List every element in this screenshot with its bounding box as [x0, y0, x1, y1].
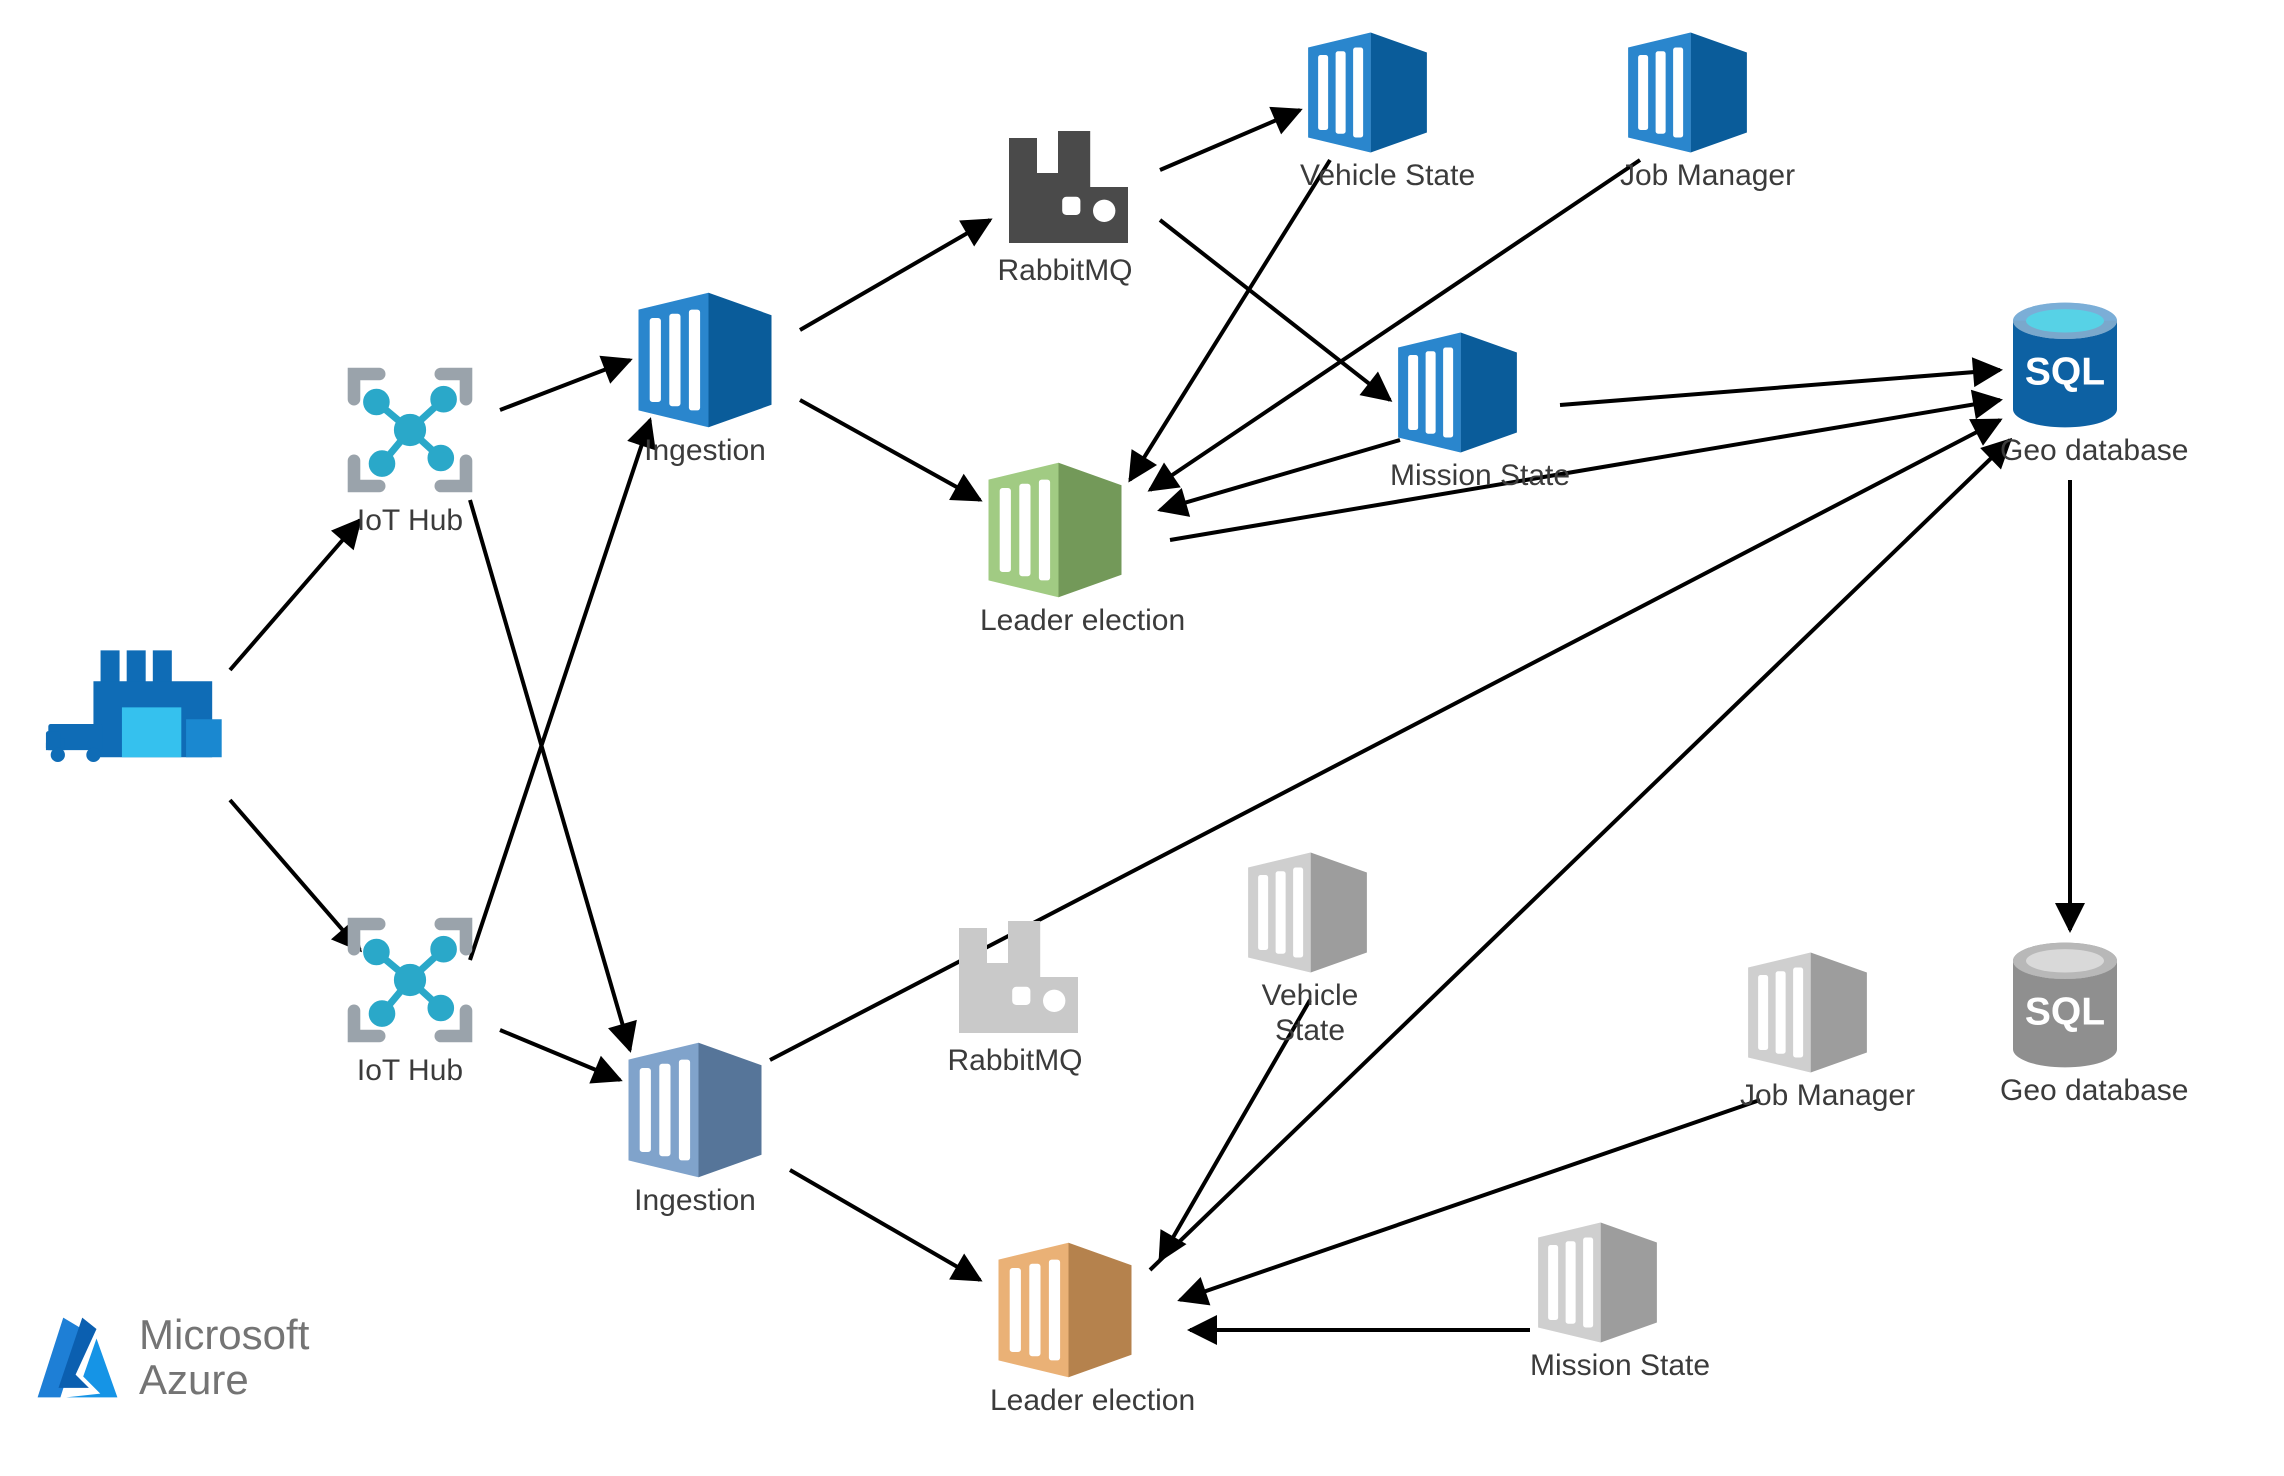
container-icon — [990, 1240, 1140, 1380]
brand-microsoft-azure: Microsoft Azure — [30, 1310, 309, 1405]
label-ingestion-1: Ingestion — [630, 434, 780, 469]
node-vehiclestate-1: Vehicle State — [1300, 30, 1475, 194]
node-iothub-1: IoT Hub — [340, 360, 480, 539]
label-geodb-2: Geo database — [2000, 1074, 2188, 1109]
node-iothub-2: IoT Hub — [340, 910, 480, 1089]
container-icon — [1620, 30, 1755, 155]
iothub-icon — [340, 910, 480, 1050]
node-rabbitmq-2: RabbitMQ — [940, 900, 1090, 1079]
label-rabbitmq-1: RabbitMQ — [990, 254, 1140, 289]
container-icon — [980, 460, 1130, 600]
container-icon — [1300, 30, 1435, 155]
sql-db-icon: SQL — [2000, 300, 2130, 430]
sql-text: SQL — [2025, 351, 2105, 394]
node-geodb-1: SQL Geo database — [2000, 300, 2188, 469]
container-icon — [1240, 850, 1375, 975]
plant-truck-icon — [40, 630, 230, 780]
factory-icon — [990, 110, 1140, 250]
brand-line1: Microsoft — [139, 1313, 309, 1357]
label-missionstate-1: Mission State — [1390, 459, 1570, 494]
node-geodb-2: SQL Geo database — [2000, 940, 2188, 1109]
brand-line2: Azure — [139, 1358, 309, 1402]
container-icon — [1530, 1220, 1665, 1345]
node-jobmanager-2: Job Manager — [1740, 950, 1915, 1114]
node-ingestion-2: Ingestion — [620, 1040, 770, 1219]
node-leader-2: Leader election — [990, 1240, 1195, 1419]
node-rabbitmq-1: RabbitMQ — [990, 110, 1140, 289]
label-leader-2: Leader election — [990, 1384, 1195, 1419]
container-icon — [630, 290, 780, 430]
azure-logo-icon — [30, 1310, 125, 1405]
node-vehiclestate-2: Vehicle State — [1240, 850, 1380, 1048]
label-vehiclestate-2: Vehicle State — [1240, 979, 1380, 1048]
node-jobmanager-1: Job Manager — [1620, 30, 1795, 194]
brand-text: Microsoft Azure — [139, 1313, 309, 1401]
container-icon — [620, 1040, 770, 1180]
node-leader-1: Leader election — [980, 460, 1185, 639]
label-jobmanager-1: Job Manager — [1620, 159, 1795, 194]
label-vehiclestate-1: Vehicle State — [1300, 159, 1475, 194]
diagram-canvas: IoT Hub IoT Hub Ingestion Ingestion Rabb… — [0, 0, 2284, 1476]
sql-text: SQL — [2025, 991, 2105, 1034]
label-iothub-2: IoT Hub — [340, 1054, 480, 1089]
label-rabbitmq-2: RabbitMQ — [940, 1044, 1090, 1079]
node-missionstate-1: Mission State — [1390, 330, 1570, 494]
node-missionstate-2: Mission State — [1530, 1220, 1710, 1384]
sql-db-icon: SQL — [2000, 940, 2130, 1070]
label-geodb-1: Geo database — [2000, 434, 2188, 469]
label-missionstate-2: Mission State — [1530, 1349, 1710, 1384]
label-leader-1: Leader election — [980, 604, 1185, 639]
iothub-icon — [340, 360, 480, 500]
factory-icon — [940, 900, 1090, 1040]
node-source-plant — [40, 630, 230, 780]
container-icon — [1390, 330, 1525, 455]
label-iothub-1: IoT Hub — [340, 504, 480, 539]
node-ingestion-1: Ingestion — [630, 290, 780, 469]
container-icon — [1740, 950, 1875, 1075]
label-jobmanager-2: Job Manager — [1740, 1079, 1915, 1114]
label-ingestion-2: Ingestion — [620, 1184, 770, 1219]
